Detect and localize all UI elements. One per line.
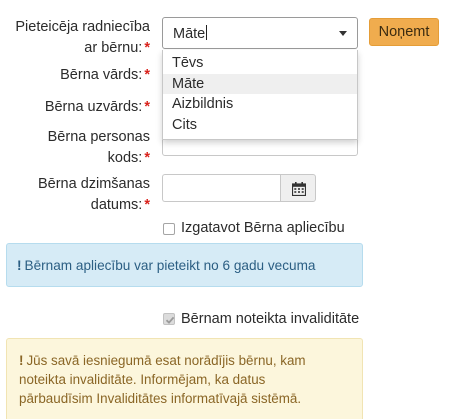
checkmark-icon (165, 316, 175, 324)
birth-date-label-line1: Bērna dzimšanas (37, 176, 150, 192)
required-mark: * (144, 40, 150, 56)
warning-alert-line2: noteikta invaliditāte. Informējam, ka da… (19, 372, 266, 387)
child-surname-label: Bērna uzvārds: * (45, 97, 150, 118)
exclamation-icon: ! (19, 353, 24, 368)
chevron-down-icon (339, 31, 347, 36)
disability-checkbox-label: Bērnam noteikta invaliditāte (181, 311, 360, 327)
personal-code-label: Bērna personas kods: * (48, 127, 150, 169)
relation-option[interactable]: Tēvs (163, 53, 357, 74)
calendar-icon (292, 182, 306, 196)
info-alert: ! Bērnam apliecību var pieteikt no 6 gadu… (6, 243, 363, 287)
disability-checkbox[interactable] (163, 313, 175, 325)
calendar-button[interactable] (280, 174, 316, 202)
relation-label-line1: Pieteicēja radniecība (15, 19, 150, 35)
required-mark: * (144, 150, 150, 166)
personal-code-label-line1: Bērna personas (47, 129, 150, 145)
warning-alert-line1: Jūs savā iesniegumā esat norādījis bērnu… (26, 353, 306, 368)
birth-date-label: Bērna dzimšanas datums: * (38, 174, 150, 216)
child-surname-label-text: Bērna uzvārds: (44, 99, 143, 115)
relation-option-selected[interactable]: Māte (163, 73, 357, 94)
personal-code-label-line2: kods: (107, 150, 143, 166)
exclamation-icon: ! (17, 258, 22, 273)
info-alert-text: Bērnam apliecību var pieteikt no 6 gadu … (24, 258, 316, 273)
relation-label: Pieteicēja radniecība ar bērnu: * (15, 17, 150, 59)
warning-alert-line3: pārbaudīsim Invaliditātes informatīvajā … (19, 391, 302, 406)
warning-alert: ! Jūs savā iesniegumā esat norādījis bērn… (6, 338, 363, 419)
required-mark: * (144, 197, 150, 213)
relation-label-line2: ar bērnu: (84, 40, 143, 56)
relation-select[interactable]: Māte (162, 17, 358, 49)
required-mark: * (144, 99, 150, 115)
relation-option[interactable]: Aizbildnis (163, 94, 357, 115)
birth-date-label-line2: datums: (90, 197, 143, 213)
relation-option[interactable]: Cits (163, 115, 357, 136)
birth-cert-checkbox[interactable] (163, 223, 175, 235)
relation-select-value: Māte (173, 25, 208, 42)
required-mark: * (144, 67, 150, 83)
birth-date-input[interactable] (162, 174, 280, 202)
birth-cert-checkbox-label: Izgatavot Bērna apliecību (181, 220, 345, 236)
remove-button[interactable]: Noņemt (369, 18, 439, 46)
child-name-label-text: Bērna vārds: (60, 67, 143, 83)
relation-dropdown: Tēvs Māte Aizbildnis Cits (162, 50, 358, 140)
child-name-label: Bērna vārds: * (60, 65, 150, 86)
